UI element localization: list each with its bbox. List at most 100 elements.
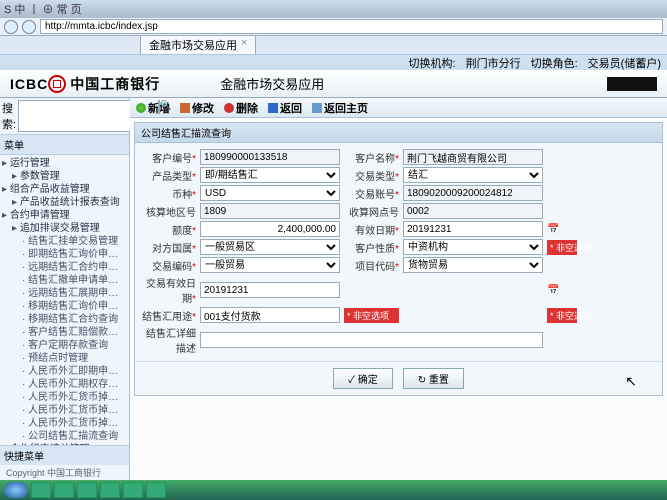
lbl-cp-attr: 对方国属: [141, 240, 196, 255]
fld-eff-date[interactable]: [403, 221, 543, 237]
fld-tx-eff[interactable]: [200, 282, 340, 298]
lbl-sale-desc: 结售汇详细描述: [141, 325, 196, 355]
err-right: * 非空选项: [547, 308, 577, 323]
tree-item[interactable]: 结售汇挂单交易管理: [0, 235, 129, 248]
tree-item[interactable]: 移期结售汇询价申请单管: [0, 300, 129, 313]
copyright: Copyright 中国工商银行: [0, 465, 129, 480]
search-label: 搜索:: [2, 100, 16, 132]
delete-icon: [224, 103, 234, 113]
task-icon[interactable]: [146, 482, 166, 498]
lbl-ccy: 币种: [141, 186, 196, 201]
delete-button[interactable]: 删除: [224, 100, 258, 116]
close-icon[interactable]: ×: [241, 37, 247, 53]
ok-button[interactable]: ✓ 确定: [333, 368, 393, 389]
tree-item[interactable]: 即期结售汇询价申请单管: [0, 248, 129, 261]
fld-sale-use[interactable]: [200, 307, 340, 323]
err-cust-attr: * 非空选项: [547, 240, 577, 255]
fld-cp-attr[interactable]: 一般贸易区: [200, 239, 340, 255]
taskbar: [0, 480, 667, 500]
nav-fwd-icon[interactable]: [22, 20, 36, 34]
task-icon[interactable]: [31, 482, 51, 498]
browser-tabs: 金融市场交易应用 ×: [0, 36, 667, 54]
tree-item[interactable]: 组合产品收益管理: [0, 183, 129, 196]
brand-en: ICBC: [10, 76, 48, 92]
lbl-cust-attr: 客户性质: [344, 240, 399, 255]
tree-item[interactable]: 远期结售汇合约申请单管: [0, 261, 129, 274]
fld-cust-attr[interactable]: 中资机构: [403, 239, 543, 255]
back-button[interactable]: 返回: [268, 100, 302, 116]
task-icon[interactable]: [77, 482, 97, 498]
signature-icon: [607, 77, 657, 91]
fld-rcv-net[interactable]: [403, 203, 543, 219]
fld-cust-no[interactable]: [200, 149, 340, 165]
fld-item-code[interactable]: 货物贸易: [403, 257, 543, 273]
role-value[interactable]: 交易员(储蓄户): [588, 55, 661, 70]
task-icon[interactable]: [123, 482, 143, 498]
os-titlebar: S 中 丨 ⊕ 常 页: [0, 0, 667, 18]
lbl-cust-name: 客户名称: [344, 150, 399, 165]
calendar-icon[interactable]: 📅: [547, 224, 577, 235]
reset-button[interactable]: ↻ 重置: [403, 368, 464, 389]
panel-title: 公司结售汇描流查询: [135, 123, 662, 143]
tree-item[interactable]: 产品收益统计报表查询: [0, 196, 129, 209]
role-label: 切换角色:: [531, 55, 578, 70]
fld-prod-type[interactable]: 即/期结售汇: [200, 167, 340, 183]
tree-item[interactable]: 运行管理: [0, 157, 129, 170]
home-button[interactable]: 返回主页: [312, 100, 368, 116]
edit-icon: [180, 103, 190, 113]
lbl-sale-use: 结售汇用途: [141, 308, 196, 323]
fld-cust-name[interactable]: [403, 149, 543, 165]
fld-amt[interactable]: [200, 221, 340, 237]
tree-item[interactable]: 人民币外汇货币掉期支付: [0, 404, 129, 417]
lbl-rcv-net: 收算网点号: [344, 204, 399, 219]
tree-item[interactable]: 结售汇撤单申请单管理: [0, 274, 129, 287]
tree-item[interactable]: 人民币外汇货币掉期清算: [0, 391, 129, 404]
tree-item[interactable]: 公司结售汇描流查询: [0, 430, 129, 443]
lbl-eff-date: 有效日期: [344, 222, 399, 237]
task-icon[interactable]: [54, 482, 74, 498]
icbc-logo-icon: [48, 75, 66, 93]
fld-tx-code[interactable]: 一般贸易: [200, 257, 340, 273]
lbl-tx-eff: 交易有效日期: [141, 275, 196, 305]
url-field[interactable]: http://mmta.icbc/index.jsp: [40, 19, 663, 34]
tree-item[interactable]: 人民币外汇期权存续交易: [0, 378, 129, 391]
app-title: 金融市场交易应用: [220, 74, 324, 93]
fld-tx-type[interactable]: 结汇: [403, 167, 543, 183]
tree-item[interactable]: 预结点时管理: [0, 352, 129, 365]
calendar-icon[interactable]: 📅: [547, 285, 577, 296]
edit-button[interactable]: 修改: [180, 100, 214, 116]
lbl-tx-no: 交易账号: [344, 186, 399, 201]
tree-item[interactable]: 追加排误交易管理: [0, 222, 129, 235]
org-value[interactable]: 荆门市分行: [466, 55, 521, 70]
tree-item[interactable]: 人民币外汇即期申请管理: [0, 365, 129, 378]
lbl-prod-type: 产品类型: [141, 168, 196, 183]
fld-tx-no[interactable]: [403, 185, 543, 201]
err-sale-use: * 非空选项: [344, 308, 399, 323]
browser-address-bar: http://mmta.icbc/index.jsp: [0, 18, 667, 36]
task-icon[interactable]: [100, 482, 120, 498]
lbl-item-code: 项目代码: [344, 258, 399, 273]
fld-sale-desc[interactable]: [200, 332, 543, 348]
tab-label: 金融市场交易应用: [149, 37, 237, 53]
tree-item[interactable]: 客户结售汇赔偿款管理: [0, 326, 129, 339]
org-label: 切换机构:: [409, 55, 456, 70]
toolbar: 新增 修改 删除 返回 返回主页: [130, 98, 667, 118]
fld-ccy[interactable]: USD: [200, 185, 340, 201]
lbl-cust-no: 客户编号: [141, 150, 196, 165]
tree-item[interactable]: 客户定期存款查询: [0, 339, 129, 352]
lbl-acct-area: 核算地区号: [141, 204, 196, 219]
content-area: 新增 修改 删除 返回 返回主页 公司结售汇描流查询 客户编号 客户名称 产品类…: [130, 98, 667, 480]
tree-item[interactable]: 远期结售汇展期申请单管: [0, 287, 129, 300]
sidebar: 搜索: 菜单 运行管理参数管理组合产品收益管理产品收益统计报表查询合约申请管理追…: [0, 98, 130, 480]
form-grid: 客户编号 客户名称 产品类型 即/期结售汇 交易类型 结汇 币种 USD 交易账…: [135, 143, 662, 361]
tree-item[interactable]: 参数管理: [0, 170, 129, 183]
tree-item[interactable]: 人民币外汇货币掉期存续: [0, 417, 129, 430]
search-icon[interactable]: [158, 100, 160, 114]
tree-item[interactable]: 移期结售汇合约查询: [0, 313, 129, 326]
tab-app[interactable]: 金融市场交易应用 ×: [140, 35, 256, 54]
tree-item[interactable]: 合约申请管理: [0, 209, 129, 222]
nav-back-icon[interactable]: [4, 20, 18, 34]
start-button[interactable]: [4, 482, 28, 498]
fld-acct-area[interactable]: [200, 203, 340, 219]
quick-menu-header[interactable]: 快捷菜单: [0, 445, 129, 465]
